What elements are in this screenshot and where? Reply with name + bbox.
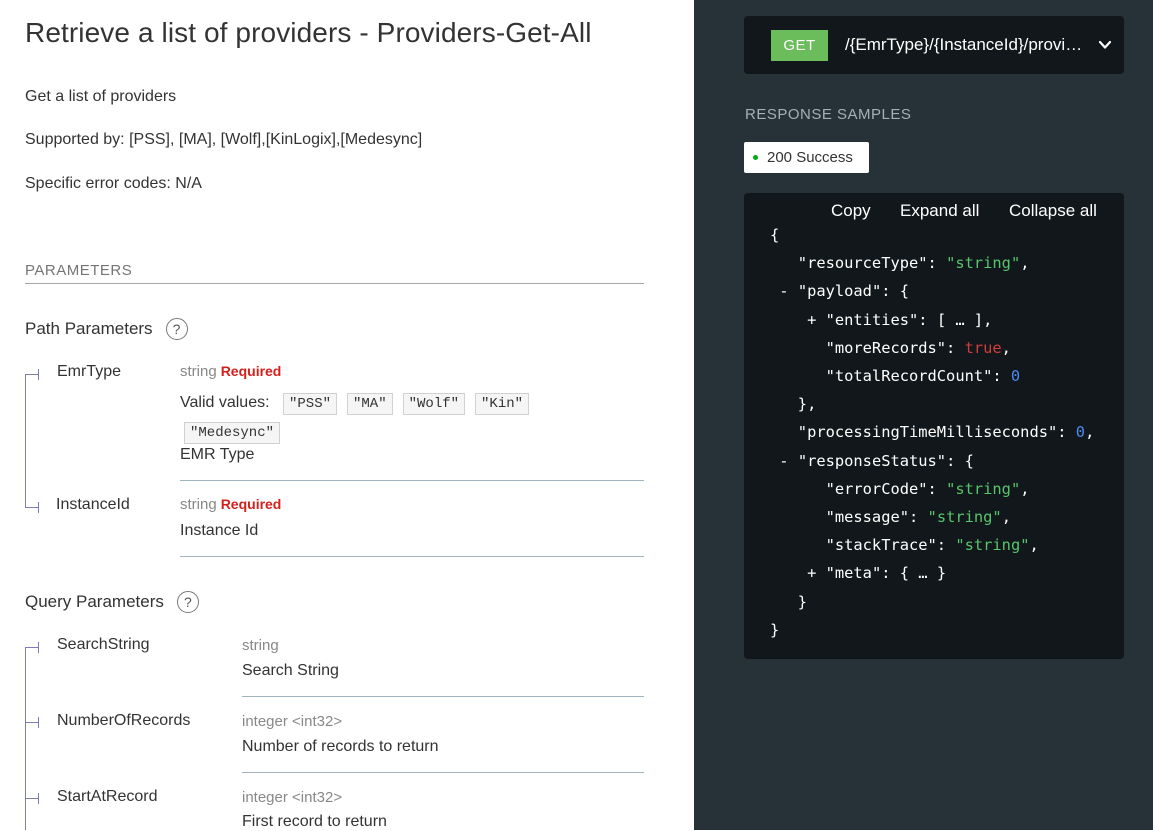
json-number-value: 0 <box>1075 423 1086 442</box>
operation-description: Get a list of providers <box>25 88 177 105</box>
help-icon[interactable]: ? <box>165 318 188 340</box>
query-parameters-label: Query Parameters <box>25 592 164 611</box>
json-string-value: "string" <box>946 479 1021 498</box>
expand-all-button[interactable]: Expand all <box>900 201 979 221</box>
param-desc-startatrecord: First record to return <box>242 813 387 830</box>
collapse-toggle[interactable]: - <box>770 452 798 470</box>
json-string-value: "string" <box>946 254 1021 273</box>
path-parameters-heading: Path Parameters ? <box>25 318 188 340</box>
valid-value-chip: "PSS" <box>282 393 337 415</box>
param-name-emrtype: EmrType <box>57 363 122 380</box>
param-desc-instanceid: Instance Id <box>180 522 259 539</box>
divider <box>242 696 644 697</box>
divider <box>180 480 644 481</box>
supported-by-text: Supported by: [PSS], [MA], [Wolf],[KinLo… <box>25 131 423 148</box>
chevron-down-icon[interactable] <box>1098 38 1112 52</box>
param-type-startatrecord: integer <int32> <box>242 789 343 806</box>
expand-toggle[interactable]: + <box>770 564 826 582</box>
collapse-toggle[interactable]: - <box>770 282 798 300</box>
endpoint-path: /{EmrType}/{InstanceId}/providers <box>845 35 1090 54</box>
endpoint-toggle[interactable]: GET /{EmrType}/{InstanceId}/providers <box>744 16 1124 74</box>
valid-values-label: Valid values: <box>180 394 270 411</box>
valid-value-chip: "Wolf" <box>402 393 466 415</box>
param-type-label: string <box>180 363 217 380</box>
tree-branch <box>25 798 39 799</box>
help-icon[interactable]: ? <box>176 591 199 613</box>
tree-branch <box>25 374 39 375</box>
json-number-value: 0 <box>1010 367 1021 386</box>
copy-button[interactable]: Copy <box>831 201 871 221</box>
param-desc-searchstring: Search String <box>242 662 339 679</box>
tree-branch-end <box>38 642 39 653</box>
param-name-instanceid: InstanceId <box>56 496 130 513</box>
response-samples-heading: RESPONSE SAMPLES <box>745 106 912 123</box>
tree-branch <box>25 507 39 508</box>
param-type-instanceid: string Required <box>180 496 281 513</box>
json-bool-value: true <box>964 338 1002 357</box>
tree-branch <box>25 722 39 723</box>
json-string-value: "string" <box>955 536 1030 555</box>
status-dot-icon <box>753 155 758 160</box>
response-tab-200[interactable]: 200 Success <box>744 142 869 173</box>
path-params-tree-line <box>25 374 26 508</box>
param-name-startatrecord: StartAtRecord <box>57 788 158 805</box>
required-badge: Required <box>220 363 282 379</box>
path-parameters-label: Path Parameters <box>25 319 153 338</box>
param-desc-emrtype: EMR Type <box>180 446 255 463</box>
documentation-panel: Retrieve a list of providers - Providers… <box>0 0 694 830</box>
param-type-numberofrecords: integer <int32> <box>242 713 343 730</box>
page-title: Retrieve a list of providers - Providers… <box>25 17 592 48</box>
json-string-value: "string" <box>927 508 1002 527</box>
error-codes-text: Specific error codes: N/A <box>25 175 202 192</box>
query-parameters-heading: Query Parameters ? <box>25 591 199 613</box>
valid-value-chip: "MA" <box>347 393 393 415</box>
valid-values: Valid values: "PSS" "MA" "Wolf" "Kin" "Medes… <box>180 388 640 446</box>
divider <box>242 772 644 773</box>
param-name-searchstring: SearchString <box>57 636 150 653</box>
tree-branch-end <box>38 793 39 804</box>
valid-value-chip: "Kin" <box>475 393 530 415</box>
tree-branch-end <box>38 502 39 513</box>
param-name-numberofrecords: NumberOfRecords <box>57 712 191 729</box>
query-params-tree-line <box>25 647 26 830</box>
valid-value-chip: "Medesync" <box>184 422 281 444</box>
tree-branch-end <box>38 717 39 728</box>
param-type-label: string <box>180 496 217 513</box>
collapse-all-button[interactable]: Collapse all <box>1009 201 1097 221</box>
parameters-heading: PARAMETERS <box>25 262 644 284</box>
tree-branch-end <box>38 369 39 380</box>
divider <box>180 556 644 557</box>
expand-toggle[interactable]: + <box>770 311 826 329</box>
tree-branch <box>25 647 39 648</box>
response-tab-label: 200 Success <box>767 149 853 166</box>
param-type-emrtype: string Required <box>180 363 281 380</box>
param-desc-numberofrecords: Number of records to return <box>242 738 439 755</box>
param-type-searchstring: string <box>242 637 279 654</box>
json-sample: { "resourceType": "string", - "payload":… <box>770 226 1095 639</box>
required-badge: Required <box>220 496 282 512</box>
http-method-badge: GET <box>771 30 828 61</box>
response-code-panel: Copy Expand all Collapse all { "resource… <box>744 193 1124 659</box>
